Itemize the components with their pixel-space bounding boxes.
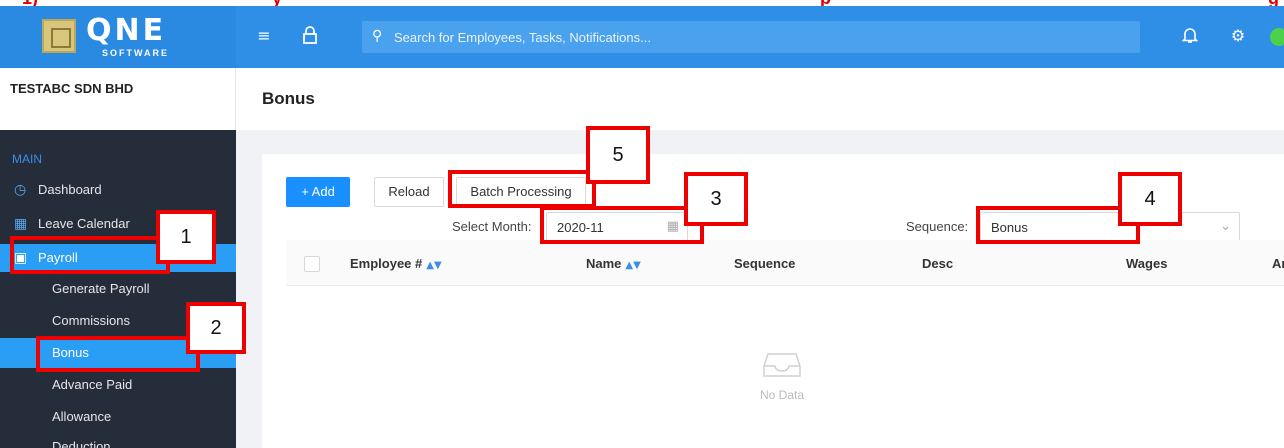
column-header-employee[interactable]: Employee # ▲▼ — [350, 256, 442, 271]
annotation-number: 4 — [1118, 172, 1182, 226]
annotation-number: 5 — [586, 126, 650, 184]
logo-subtext: SOFTWARE — [102, 48, 169, 58]
sidebar-subitem-advance-paid[interactable]: Advance Paid — [0, 370, 236, 400]
sort-icon[interactable]: ▲▼ — [625, 260, 640, 271]
annotation-highlight-bonus — [36, 336, 200, 372]
top-header: QNE SOFTWARE ≡ ⚲ ⚙ — [0, 6, 1284, 68]
column-header-desc: Desc — [922, 256, 954, 271]
column-header-wages: Wages — [1126, 256, 1168, 271]
sidebar-subitem-generate-payroll[interactable]: Generate Payroll — [0, 274, 236, 304]
avatar[interactable] — [1270, 28, 1284, 46]
search-input[interactable] — [394, 21, 1124, 53]
sidebar-subitem-label: Deduction — [52, 439, 111, 448]
annotation-highlight-sequence — [976, 206, 1140, 244]
search-icon: ⚲ — [372, 28, 383, 44]
column-label: Name — [586, 256, 622, 271]
sort-icon[interactable]: ▲▼ — [426, 260, 441, 271]
page-title: Bonus — [262, 89, 315, 108]
logo-emblem-icon — [42, 19, 76, 53]
sidebar-subitem-allowance[interactable]: Allowance — [0, 402, 236, 432]
main-content: Bonus + Add Reload Batch Processing Sele… — [236, 68, 1284, 448]
add-button[interactable]: + Add — [286, 177, 350, 207]
logo[interactable]: QNE SOFTWARE — [0, 6, 236, 68]
annotation-highlight-payroll — [10, 236, 170, 274]
global-search[interactable]: ⚲ — [362, 21, 1140, 53]
sidebar-subitem-deduction[interactable]: Deduction — [0, 432, 236, 448]
company-name: TESTABC SDN BHD — [10, 81, 134, 96]
empty-state: No Data — [742, 350, 822, 402]
empty-inbox-icon — [762, 350, 802, 380]
page-header: Bonus — [236, 68, 1284, 130]
sidebar-subitem-label: Generate Payroll — [52, 281, 150, 296]
annotation-highlight-month — [540, 206, 704, 244]
column-label: Employee # — [350, 256, 423, 271]
sidebar-item-label: Leave Calendar — [38, 216, 130, 231]
annotation-highlight-batch — [448, 170, 596, 208]
section-label-main: MAIN — [12, 152, 42, 166]
sidebar-item-dashboard[interactable]: ◷ Dashboard — [0, 176, 236, 204]
sidebar-subitem-label: Advance Paid — [52, 377, 133, 392]
empty-text: No Data — [759, 388, 805, 402]
sidebar-subitem-label: Commissions — [52, 313, 131, 328]
annotation-number: 1 — [156, 210, 216, 264]
reload-button[interactable]: Reload — [374, 177, 444, 207]
annotation-number: 2 — [186, 302, 246, 354]
calendar-icon: ▦ — [14, 216, 28, 232]
menu-fold-icon[interactable]: ≡ — [254, 26, 274, 46]
lock-icon[interactable] — [300, 26, 320, 46]
logo-text: QNE — [86, 13, 167, 48]
sidebar-item-label: Dashboard — [38, 182, 102, 197]
select-all-checkbox[interactable] — [304, 256, 320, 272]
column-header-name[interactable]: Name ▲▼ — [586, 256, 641, 271]
column-header-amount: Am — [1272, 256, 1284, 271]
dashboard-icon: ◷ — [14, 182, 27, 198]
month-label: Select Month: — [452, 219, 532, 234]
sidebar-subitem-label: Allowance — [52, 409, 112, 424]
gear-icon[interactable]: ⚙ — [1228, 26, 1248, 46]
chevron-down-icon: ⌄ — [1220, 219, 1231, 234]
table-header: Employee # ▲▼ Name ▲▼ Sequence Desc Wages … — [286, 240, 1284, 286]
annotation-number: 3 — [684, 172, 748, 226]
company-header: TESTABC SDN BHD — [0, 68, 236, 130]
column-header-sequence: Sequence — [734, 256, 796, 271]
sequence-label: Sequence: — [906, 219, 969, 234]
bell-icon[interactable] — [1180, 26, 1200, 46]
